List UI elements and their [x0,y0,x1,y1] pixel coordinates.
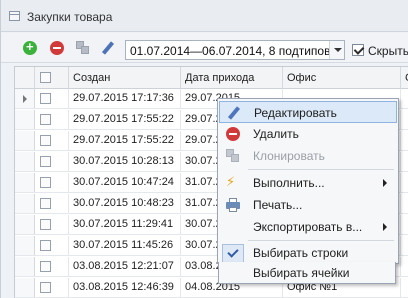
row-select-cell[interactable] [35,236,69,255]
row-select-cell[interactable] [35,152,69,171]
row-indicator [15,173,35,192]
row-select-cell[interactable] [35,89,69,108]
row-checkbox[interactable] [40,219,51,230]
extra-cell[interactable] [401,152,408,171]
menu-item-select-rows[interactable]: Выбирать строки [219,243,397,264]
bolt-icon [226,175,240,190]
extra-cell[interactable] [401,89,408,108]
clone-icon [226,149,240,163]
purchases-window: Закупки товара 01.07.2014—06.07.2014, 8 … [0,0,408,298]
row-select-cell[interactable] [35,173,69,192]
row-indicator [15,236,35,255]
row-select-cell[interactable] [35,131,69,150]
menu-item-label: Удалить [253,127,299,141]
extra-cell[interactable] [401,110,408,129]
title-bar: Закупки товара [1,0,408,32]
menu-item-delete[interactable]: Удалить [219,123,397,145]
submenu-arrow-icon [383,179,387,187]
created-cell[interactable]: 29.07.2015 17:55:22 [69,110,181,129]
add-icon[interactable] [23,39,37,55]
menu-item-clone: Клонировать [219,145,397,167]
header-created[interactable]: Создан [69,67,181,89]
row-checkbox[interactable] [40,240,51,251]
created-cell[interactable]: 30.07.2015 11:45:26 [69,236,181,255]
menu-item-edit[interactable]: Редактировать [219,101,397,123]
row-indicator [15,110,35,129]
extra-cell[interactable] [401,173,408,192]
date-filter-combo[interactable]: 01.07.2014—06.07.2014, 8 подтипов [125,40,345,60]
date-filter-value: 01.07.2014—06.07.2014, 8 подтипов [130,44,331,58]
printer-icon [226,198,240,212]
row-select-cell[interactable] [35,257,69,276]
menu-item-label: Выполнить... [253,176,325,190]
hide-label: Скрыть [368,44,408,58]
created-cell[interactable]: 30.07.2015 10:47:24 [69,173,181,192]
row-checkbox[interactable] [40,198,51,209]
row-select-cell[interactable] [35,194,69,213]
row-indicator [15,89,35,108]
menu-item-execute[interactable]: Выполнить... [219,172,397,194]
row-checkbox[interactable] [40,282,51,293]
row-select-cell[interactable] [35,215,69,234]
row-checkbox[interactable] [40,93,51,104]
header-indicator [15,67,35,89]
row-checkbox[interactable] [40,114,51,125]
row-checkbox[interactable] [40,177,51,188]
row-select-cell[interactable] [35,110,69,129]
created-cell[interactable]: 03.08.2015 12:46:39 [69,278,181,297]
row-checkbox[interactable] [40,135,51,146]
header-office[interactable]: Офис [283,67,401,89]
extra-cell[interactable] [401,131,408,150]
extra-cell[interactable] [401,278,408,297]
created-cell[interactable]: 29.07.2015 17:17:36 [69,89,181,108]
menu-item-label: Печать... [253,198,303,212]
menu-item-label: Редактировать [254,106,337,120]
window-icon [9,11,20,21]
context-menu: Редактировать Удалить Клонировать Выполн… [217,98,399,264]
menu-item-label: Выбирать строки [253,246,349,260]
pencil-icon [227,106,241,120]
extra-cell[interactable] [401,236,408,255]
menu-item-select-cells[interactable]: Выбирать ячейки [218,262,396,284]
created-cell[interactable]: 03.08.2015 12:21:07 [69,257,181,276]
header-extra[interactable]: С [401,67,408,89]
row-indicator [15,215,35,234]
menu-item-export[interactable]: Экспортировать в... [219,216,397,238]
select-all-checkbox[interactable] [40,72,51,83]
delete-icon [226,127,240,141]
row-checkbox[interactable] [40,261,51,272]
window-title: Закупки товара [27,10,113,24]
row-indicator [15,278,35,297]
pencil-icon[interactable] [101,41,115,55]
menu-item-print[interactable]: Печать... [219,194,397,216]
created-cell[interactable]: 30.07.2015 10:28:13 [69,152,181,171]
extra-cell[interactable] [401,257,408,276]
created-cell[interactable]: 29.07.2015 17:55:22 [69,131,181,150]
chevron-down-icon[interactable] [329,41,344,59]
menu-item-label: Клонировать [253,149,325,163]
menu-item-label: Выбирать ячейки [253,266,350,280]
extra-cell[interactable] [401,194,408,213]
check-icon [226,246,240,260]
header-arrival-date[interactable]: Дата прихода [181,67,283,89]
clone-icon[interactable] [76,41,90,55]
extra-cell[interactable] [401,215,408,234]
submenu-arrow-icon [383,223,387,231]
row-select-cell[interactable] [35,278,69,297]
menu-separator [248,240,394,241]
created-cell[interactable]: 30.07.2015 11:29:41 [69,215,181,234]
row-indicator [15,257,35,276]
row-indicator [15,131,35,150]
menu-item-label: Экспортировать в... [253,220,363,234]
created-cell[interactable]: 30.07.2015 10:48:23 [69,194,181,213]
hide-checkbox[interactable] [352,44,364,56]
grid-header: Создан Дата прихода Офис С [15,67,408,89]
row-indicator [15,194,35,213]
delete-icon[interactable] [50,41,64,55]
header-select-all[interactable] [35,67,69,89]
row-indicator [15,152,35,171]
row-checkbox[interactable] [40,156,51,167]
menu-separator [248,169,394,170]
